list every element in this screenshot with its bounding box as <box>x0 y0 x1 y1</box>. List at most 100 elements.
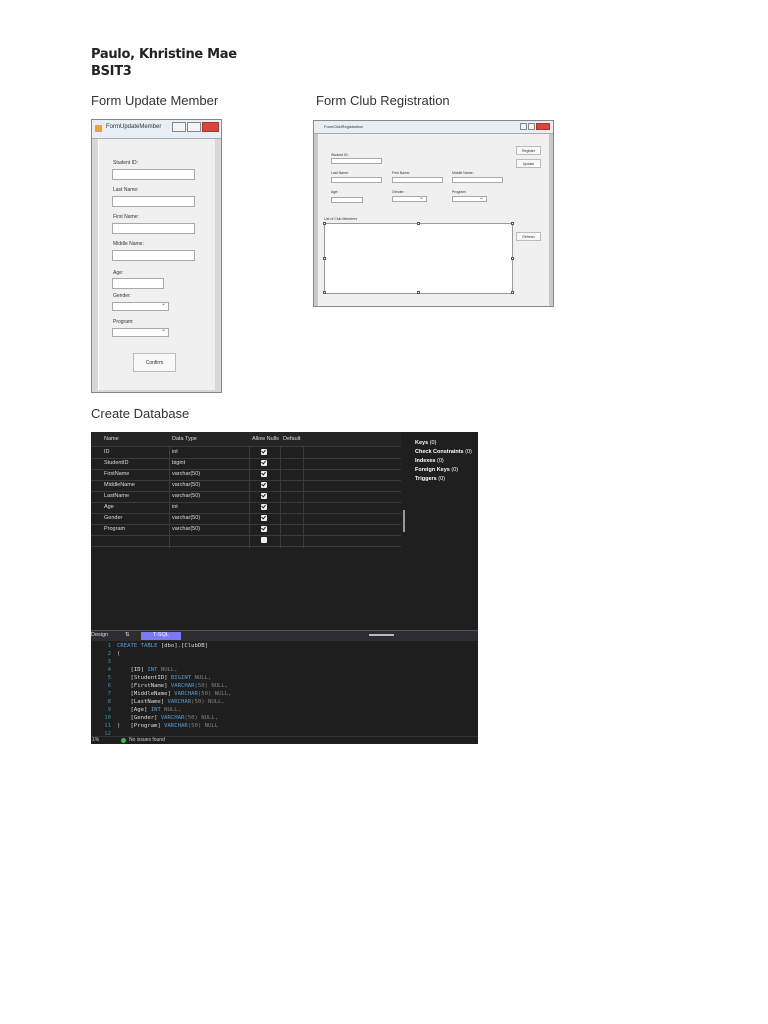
label-age: Age: <box>331 190 339 194</box>
last-name-input[interactable] <box>112 196 195 207</box>
swap-icon[interactable]: ⇅ <box>125 632 130 638</box>
property-count: (0) <box>438 476 445 482</box>
allow-nulls-checkbox[interactable] <box>261 449 267 455</box>
middle-name-input[interactable] <box>112 250 195 261</box>
keyword: CREATE <box>117 643 138 649</box>
program-select[interactable] <box>112 326 169 337</box>
sql-tail: NULL, <box>160 707 182 713</box>
sql-column-name: [StudentID] <box>130 675 168 681</box>
code-line: [Program] VARCHAR(50) NULL <box>117 723 218 729</box>
first-name-input[interactable] <box>112 223 195 234</box>
property-item[interactable]: Foreign Keys (0) <box>415 466 472 475</box>
property-count: (0) <box>429 440 437 446</box>
property-label: Keys <box>415 440 429 446</box>
sql-type: VARCHAR <box>167 699 192 705</box>
close-button[interactable] <box>536 123 550 130</box>
code-line: [ID] INT NULL, <box>117 667 177 673</box>
tsql-editor[interactable]: 1 2 3 4 5 6 7 8 9 10 11 12 CREATE TABLE [dbo].[ClubD… <box>91 641 478 737</box>
line-number: 3 <box>107 659 111 665</box>
allow-nulls-checkbox[interactable] <box>261 526 267 532</box>
tab-tsql[interactable]: T-SQL <box>141 632 181 640</box>
sql-type: INT <box>147 667 158 673</box>
refresh-button[interactable]: Refresh <box>516 232 541 241</box>
allow-nulls-checkbox[interactable] <box>261 482 267 488</box>
code-line: ) <box>117 723 120 729</box>
tab-design[interactable]: Design <box>91 632 108 638</box>
form-club-title: FormClubRegistration <box>324 124 363 129</box>
sql-column-name: [Gender] <box>130 715 158 721</box>
allow-nulls-checkbox[interactable] <box>261 504 267 510</box>
age-input[interactable] <box>112 278 164 289</box>
allow-nulls-checkbox[interactable] <box>261 471 267 477</box>
table-name: [dbo].[ClubDB] <box>160 643 208 649</box>
property-item[interactable]: Check Constraints (0) <box>415 448 472 457</box>
allow-nulls-checkbox[interactable] <box>261 460 267 466</box>
gender-select[interactable] <box>112 300 169 311</box>
column-name-cell: LastName <box>104 493 130 499</box>
allow-nulls-checkbox[interactable] <box>261 493 267 499</box>
allow-nulls-checkbox[interactable] <box>261 515 267 521</box>
grid-divider <box>303 446 304 548</box>
column-name-cell: FirstName <box>104 471 130 477</box>
property-item[interactable]: Triggers (0) <box>415 475 472 484</box>
register-button[interactable]: Register <box>516 146 541 155</box>
column-type-cell: varchar(50) <box>172 471 201 477</box>
update-button[interactable]: Update <box>516 159 541 168</box>
middle-name-input[interactable] <box>452 177 503 183</box>
form-update-title: FormUpdateMember <box>106 124 162 130</box>
student-id-input[interactable] <box>331 158 382 164</box>
resize-handle[interactable] <box>417 222 420 225</box>
label-last-name: Last Name: <box>113 187 139 193</box>
author-block: Paulo, Khristine Mae BSIT3 <box>91 46 237 80</box>
label-first-name: First Name: <box>392 171 411 175</box>
code-line: [LastName] VARCHAR(50) NULL, <box>117 699 224 705</box>
label-club-list: List of Club Members <box>324 217 358 221</box>
resize-handle[interactable] <box>323 257 326 260</box>
last-name-input[interactable] <box>331 177 382 183</box>
grid-divider <box>280 446 281 548</box>
column-type-cell: int <box>172 504 178 510</box>
maximize-button[interactable] <box>187 122 201 132</box>
resize-handle[interactable] <box>511 222 514 225</box>
resize-handle[interactable] <box>417 291 420 294</box>
table-row[interactable] <box>91 535 401 547</box>
resize-handle[interactable] <box>511 291 514 294</box>
form-update-body: Student ID: Last Name: First Name: Middl… <box>98 139 215 390</box>
property-item[interactable]: Keys (0) <box>415 439 472 448</box>
label-age: Age: <box>113 270 124 276</box>
student-id-input[interactable] <box>112 169 195 180</box>
zoom-level[interactable]: 1% <box>92 737 99 743</box>
resize-handle[interactable] <box>511 257 514 260</box>
property-count: (0) <box>437 458 444 464</box>
first-name-input[interactable] <box>392 177 443 183</box>
line-number: 6 <box>107 683 111 689</box>
line-number: 5 <box>107 675 111 681</box>
confirm-button[interactable]: Confirm <box>133 353 176 372</box>
age-input[interactable] <box>331 197 363 203</box>
gender-select[interactable] <box>392 194 427 202</box>
resize-handle[interactable] <box>323 222 326 225</box>
line-number: 2 <box>107 651 111 657</box>
allow-nulls-checkbox[interactable] <box>261 537 267 543</box>
minimize-button[interactable] <box>172 122 186 132</box>
col-default-header: Default <box>283 436 301 442</box>
resize-handle[interactable] <box>323 291 326 294</box>
splitter-handle[interactable] <box>369 634 394 636</box>
maximize-button[interactable] <box>528 123 535 130</box>
line-number: 7 <box>107 691 111 697</box>
minimize-button[interactable] <box>520 123 527 130</box>
club-members-grid[interactable] <box>323 222 514 294</box>
line-number: 11 <box>104 723 111 729</box>
scrollbar-thumb[interactable] <box>403 510 405 532</box>
close-button[interactable] <box>202 122 219 132</box>
form-update-window: FormUpdateMember Student ID: Last Name: … <box>91 119 222 393</box>
column-name-cell: Gender <box>104 515 123 521</box>
property-count: (0) <box>465 449 472 455</box>
property-item[interactable]: Indexes (0) <box>415 457 472 466</box>
program-select[interactable] <box>452 194 487 202</box>
sql-column-name: [MiddleName] <box>130 691 171 697</box>
heading-form-club: Form Club Registration <box>316 93 450 108</box>
sql-type: INT <box>150 707 161 713</box>
property-label: Check Constraints <box>415 449 464 455</box>
property-label: Triggers <box>415 476 437 482</box>
